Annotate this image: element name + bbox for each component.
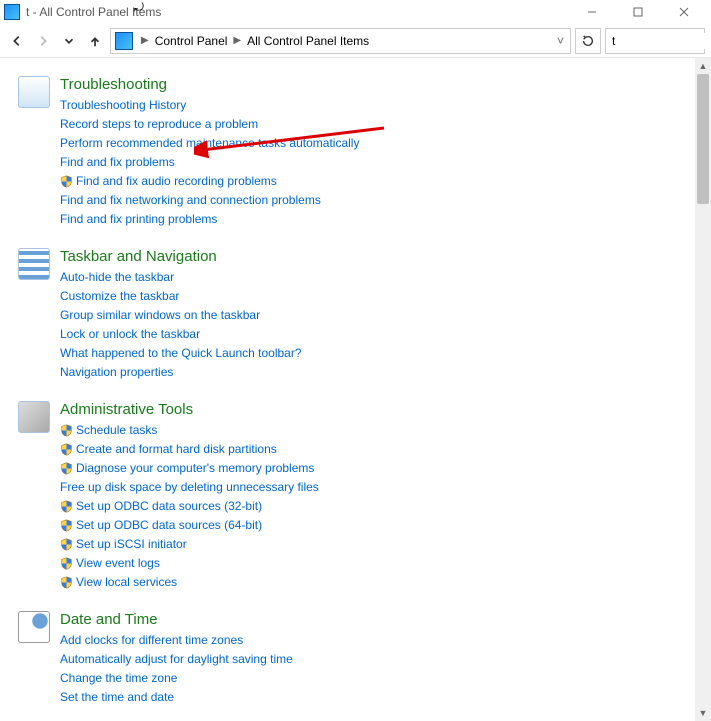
group-title-datetime[interactable]: Date and Time	[60, 611, 685, 628]
breadcrumb[interactable]: ▶ Control Panel ▶ All Control Panel Item…	[110, 28, 571, 54]
link-label: Auto-hide the taskbar	[60, 269, 174, 286]
app-icon	[4, 4, 20, 20]
link-item[interactable]: Add clocks for different time zones	[60, 632, 685, 649]
uac-shield-icon	[60, 175, 73, 188]
search-input[interactable]	[610, 33, 711, 49]
scroll-thumb[interactable]	[697, 74, 709, 204]
uac-shield-icon	[60, 443, 73, 456]
link-item[interactable]: Set up ODBC data sources (64-bit)	[60, 517, 685, 534]
maximize-button[interactable]	[615, 0, 661, 24]
window-title: t - All Control Panel Items	[26, 5, 569, 19]
link-item[interactable]: Set the time and date	[60, 689, 685, 706]
link-label: View event logs	[76, 555, 160, 572]
link-item[interactable]: Change the time zone	[60, 670, 685, 687]
refresh-button[interactable]	[575, 28, 601, 54]
link-item[interactable]: View local services	[60, 574, 685, 591]
uac-shield-icon	[60, 576, 73, 589]
content-pane: Troubleshooting Troubleshooting History Re…	[0, 58, 695, 721]
link-item[interactable]: What happened to the Quick Launch toolba…	[60, 345, 685, 362]
link-item[interactable]: Customize the taskbar	[60, 288, 685, 305]
group-troubleshooting: Troubleshooting Troubleshooting History Re…	[18, 76, 685, 228]
link-label: Schedule tasks	[76, 422, 157, 439]
link-item[interactable]: Find and fix printing problems	[60, 211, 685, 228]
link-label: Troubleshooting History	[60, 97, 186, 114]
link-item[interactable]: Free up disk space by deleting unnecessa…	[60, 479, 685, 496]
admin-icon	[18, 401, 50, 433]
link-item[interactable]: Create and format hard disk partitions	[60, 441, 685, 458]
uac-shield-icon	[60, 538, 73, 551]
link-label: Add clocks for different time zones	[60, 632, 243, 649]
search-box[interactable]: ×	[605, 28, 705, 54]
link-label: View local services	[76, 574, 177, 591]
link-item[interactable]: Perform recommended maintenance tasks au…	[60, 135, 685, 152]
up-button[interactable]	[84, 30, 106, 52]
link-item[interactable]: Set up ODBC data sources (32-bit)	[60, 498, 685, 515]
group-title-taskbar[interactable]: Taskbar and Navigation	[60, 248, 685, 265]
link-label: Set up ODBC data sources (64-bit)	[76, 517, 262, 534]
navbar: ▶ Control Panel ▶ All Control Panel Item…	[0, 24, 711, 58]
breadcrumb-root[interactable]: Control Panel	[153, 34, 230, 48]
link-label: Change the time zone	[60, 670, 177, 687]
group-title-troubleshooting[interactable]: Troubleshooting	[60, 76, 685, 93]
close-button[interactable]	[661, 0, 707, 24]
scroll-down-icon[interactable]: ▼	[695, 705, 711, 721]
uac-shield-icon	[60, 424, 73, 437]
link-label: What happened to the Quick Launch toolba…	[60, 345, 302, 362]
datetime-icon	[18, 611, 50, 643]
group-taskbar: Taskbar and Navigation Auto-hide the task…	[18, 248, 685, 381]
link-label: Find and fix audio recording problems	[76, 173, 277, 190]
group-title-admin[interactable]: Administrative Tools	[60, 401, 685, 418]
link-item[interactable]: Diagnose your computer's memory problems	[60, 460, 685, 477]
link-item[interactable]: Find and fix audio recording problems	[60, 173, 685, 190]
link-item[interactable]: Record steps to reproduce a problem	[60, 116, 685, 133]
link-label: Group similar windows on the taskbar	[60, 307, 260, 324]
link-item[interactable]: Schedule tasks	[60, 422, 685, 439]
link-item[interactable]: Automatically adjust for daylight saving…	[60, 651, 685, 668]
taskbar-icon	[18, 248, 50, 280]
control-panel-icon	[115, 32, 133, 50]
link-label: Diagnose your computer's memory problems	[76, 460, 314, 477]
link-item[interactable]: Navigation properties	[60, 364, 685, 381]
link-label: Lock or unlock the taskbar	[60, 326, 200, 343]
address-dropdown-icon[interactable]: ˅	[551, 34, 570, 48]
group-datetime: Date and Time Add clocks for different ti…	[18, 611, 685, 706]
minimize-button[interactable]	[569, 0, 615, 24]
link-label: Record steps to reproduce a problem	[60, 116, 258, 133]
link-label: Perform recommended maintenance tasks au…	[60, 135, 359, 152]
link-item[interactable]: Lock or unlock the taskbar	[60, 326, 685, 343]
group-admin: Administrative Tools Schedule tasks Create…	[18, 401, 685, 591]
link-item[interactable]: Troubleshooting History	[60, 97, 685, 114]
titlebar: t - All Control Panel Items	[0, 0, 711, 24]
link-label: Automatically adjust for daylight saving…	[60, 651, 293, 668]
scroll-up-icon[interactable]: ▲	[695, 58, 711, 74]
troubleshooting-icon	[18, 76, 50, 108]
vertical-scrollbar[interactable]: ▲ ▼	[695, 58, 711, 721]
link-label: Find and fix printing problems	[60, 211, 217, 228]
link-item[interactable]: Find and fix networking and connection p…	[60, 192, 685, 209]
link-label: Customize the taskbar	[60, 288, 179, 305]
uac-shield-icon	[60, 462, 73, 475]
link-item[interactable]: Group similar windows on the taskbar	[60, 307, 685, 324]
chevron-right-icon[interactable]: ▶	[137, 35, 153, 46]
uac-shield-icon	[60, 500, 73, 513]
forward-button[interactable]	[32, 30, 54, 52]
link-label: Set up iSCSI initiator	[76, 536, 187, 553]
breadcrumb-current[interactable]: All Control Panel Items	[245, 34, 371, 48]
link-item[interactable]: Find and fix problems	[60, 154, 685, 171]
link-label: Set the time and date	[60, 689, 174, 706]
link-item[interactable]: Auto-hide the taskbar	[60, 269, 685, 286]
link-label: Free up disk space by deleting unnecessa…	[60, 479, 319, 496]
recent-locations-button[interactable]	[58, 30, 80, 52]
link-label: Find and fix networking and connection p…	[60, 192, 321, 209]
uac-shield-icon	[60, 519, 73, 532]
link-label: Find and fix problems	[60, 154, 175, 171]
link-item[interactable]: View event logs	[60, 555, 685, 572]
link-label: Navigation properties	[60, 364, 173, 381]
chevron-right-icon[interactable]: ▶	[229, 35, 245, 46]
uac-shield-icon	[60, 557, 73, 570]
back-button[interactable]	[6, 30, 28, 52]
link-label: Create and format hard disk partitions	[76, 441, 277, 458]
link-item[interactable]: Set up iSCSI initiator	[60, 536, 685, 553]
link-label: Set up ODBC data sources (32-bit)	[76, 498, 262, 515]
